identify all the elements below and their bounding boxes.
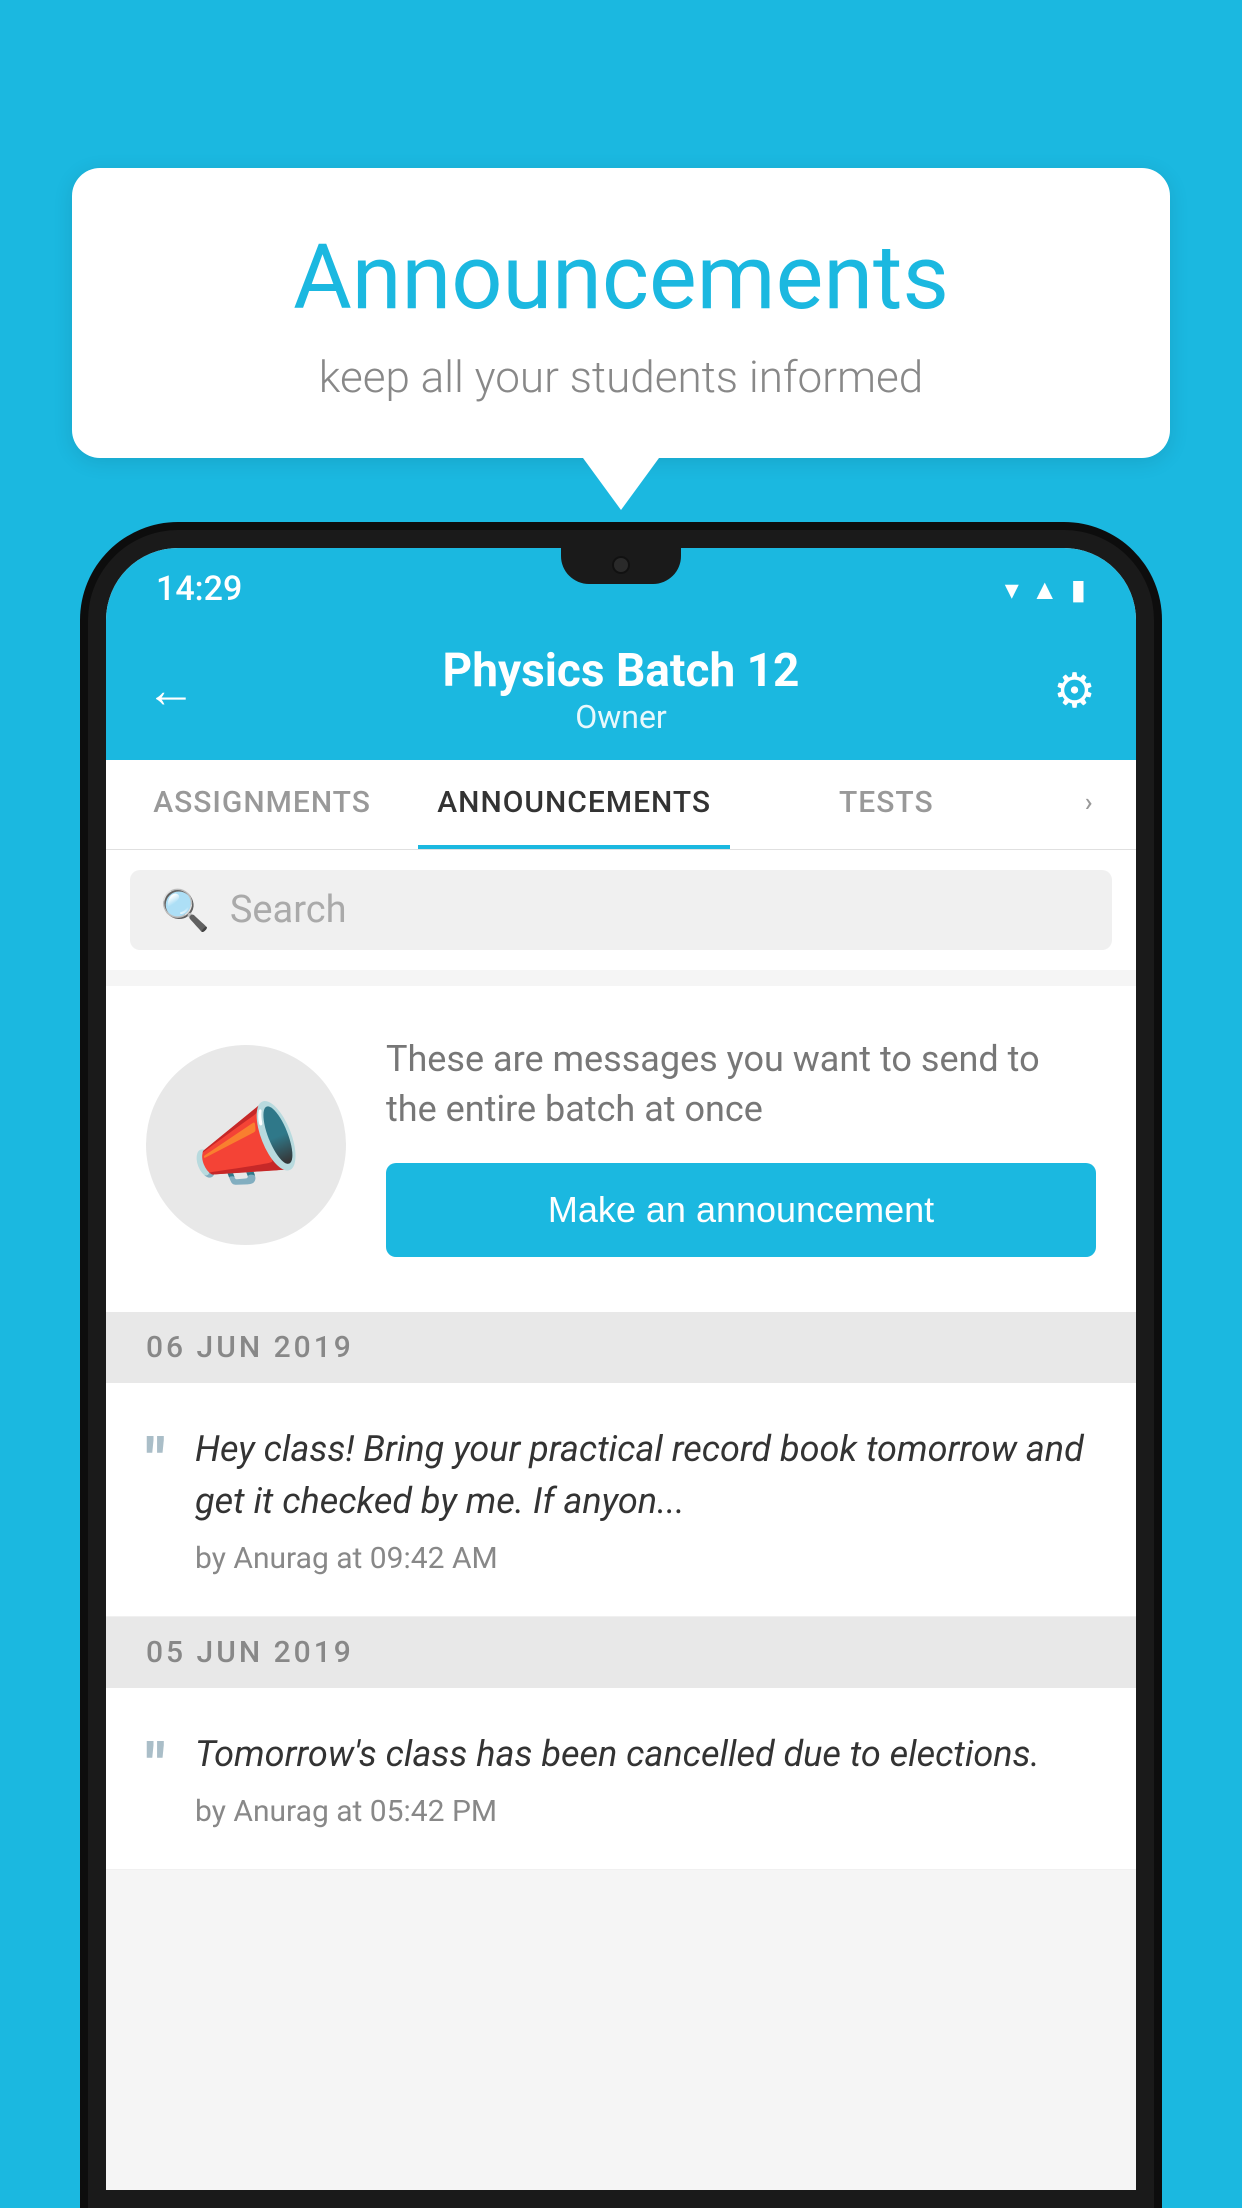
phone-frame: 14:29 ▾ ▲ ▮ ← Physics Batch 12 Owner ⚙ A… <box>88 530 1154 2208</box>
back-button[interactable]: ← <box>146 661 216 720</box>
content-area: 🔍 Search 📣 These are messages you want t… <box>106 850 1136 2190</box>
tab-tests[interactable]: TESTS <box>730 760 1042 849</box>
search-icon: 🔍 <box>160 887 210 934</box>
search-bar-container: 🔍 Search <box>106 850 1136 970</box>
announcement-icon-circle: 📣 <box>146 1045 346 1245</box>
make-announcement-button[interactable]: Make an announcement <box>386 1163 1096 1257</box>
megaphone-icon: 📣 <box>190 1093 302 1198</box>
message-meta-1: by Anurag at 09:42 AM <box>195 1541 1096 1576</box>
message-text-1: Hey class! Bring your practical record b… <box>195 1423 1096 1527</box>
speech-bubble-tail <box>583 458 659 510</box>
app-bar-subtitle: Owner <box>216 698 1026 736</box>
status-time: 14:29 <box>156 569 242 609</box>
date-label-1: 06 JUN 2019 <box>146 1330 354 1365</box>
announcement-text-area: These are messages you want to send to t… <box>386 1034 1096 1257</box>
battery-icon: ▮ <box>1071 573 1086 606</box>
date-separator-1: 06 JUN 2019 <box>106 1312 1136 1383</box>
tab-announcements[interactable]: ANNOUNCEMENTS <box>418 760 730 849</box>
announcement-prompt: 📣 These are messages you want to send to… <box>106 986 1136 1312</box>
tabs-bar: ASSIGNMENTS ANNOUNCEMENTS TESTS › <box>106 760 1136 850</box>
tab-more[interactable]: › <box>1042 760 1136 849</box>
message-item-1[interactable]: " Hey class! Bring your practical record… <box>106 1383 1136 1617</box>
phone-notch <box>561 548 681 584</box>
signal-icon: ▲ <box>1031 573 1059 606</box>
announcement-description: These are messages you want to send to t… <box>386 1034 1096 1135</box>
app-bar: ← Physics Batch 12 Owner ⚙ <box>106 620 1136 760</box>
tab-assignments[interactable]: ASSIGNMENTS <box>106 760 418 849</box>
message-meta-2: by Anurag at 05:42 PM <box>195 1794 1096 1829</box>
date-label-2: 05 JUN 2019 <box>146 1635 354 1670</box>
bubble-subtitle: keep all your students informed <box>152 351 1090 403</box>
message-content-2: Tomorrow's class has been cancelled due … <box>195 1728 1096 1829</box>
date-separator-2: 05 JUN 2019 <box>106 1617 1136 1688</box>
quote-icon-1: " <box>146 1431 165 1491</box>
search-placeholder: Search <box>230 888 347 932</box>
bubble-title: Announcements <box>152 228 1090 327</box>
wifi-icon: ▾ <box>1005 573 1019 606</box>
message-text-2: Tomorrow's class has been cancelled due … <box>195 1728 1096 1780</box>
search-bar[interactable]: 🔍 Search <box>130 870 1112 950</box>
quote-icon-2: " <box>146 1736 165 1796</box>
message-content-1: Hey class! Bring your practical record b… <box>195 1423 1096 1576</box>
phone-screen: 14:29 ▾ ▲ ▮ ← Physics Batch 12 Owner ⚙ A… <box>106 548 1136 2190</box>
app-bar-title-area: Physics Batch 12 Owner <box>216 644 1026 736</box>
settings-button[interactable]: ⚙ <box>1026 662 1096 719</box>
phone-camera <box>612 556 630 574</box>
speech-bubble-container: Announcements keep all your students inf… <box>72 168 1170 510</box>
app-bar-title: Physics Batch 12 <box>216 644 1026 698</box>
speech-bubble: Announcements keep all your students inf… <box>72 168 1170 458</box>
message-item-2[interactable]: " Tomorrow's class has been cancelled du… <box>106 1688 1136 1870</box>
status-icons: ▾ ▲ ▮ <box>1005 573 1086 606</box>
